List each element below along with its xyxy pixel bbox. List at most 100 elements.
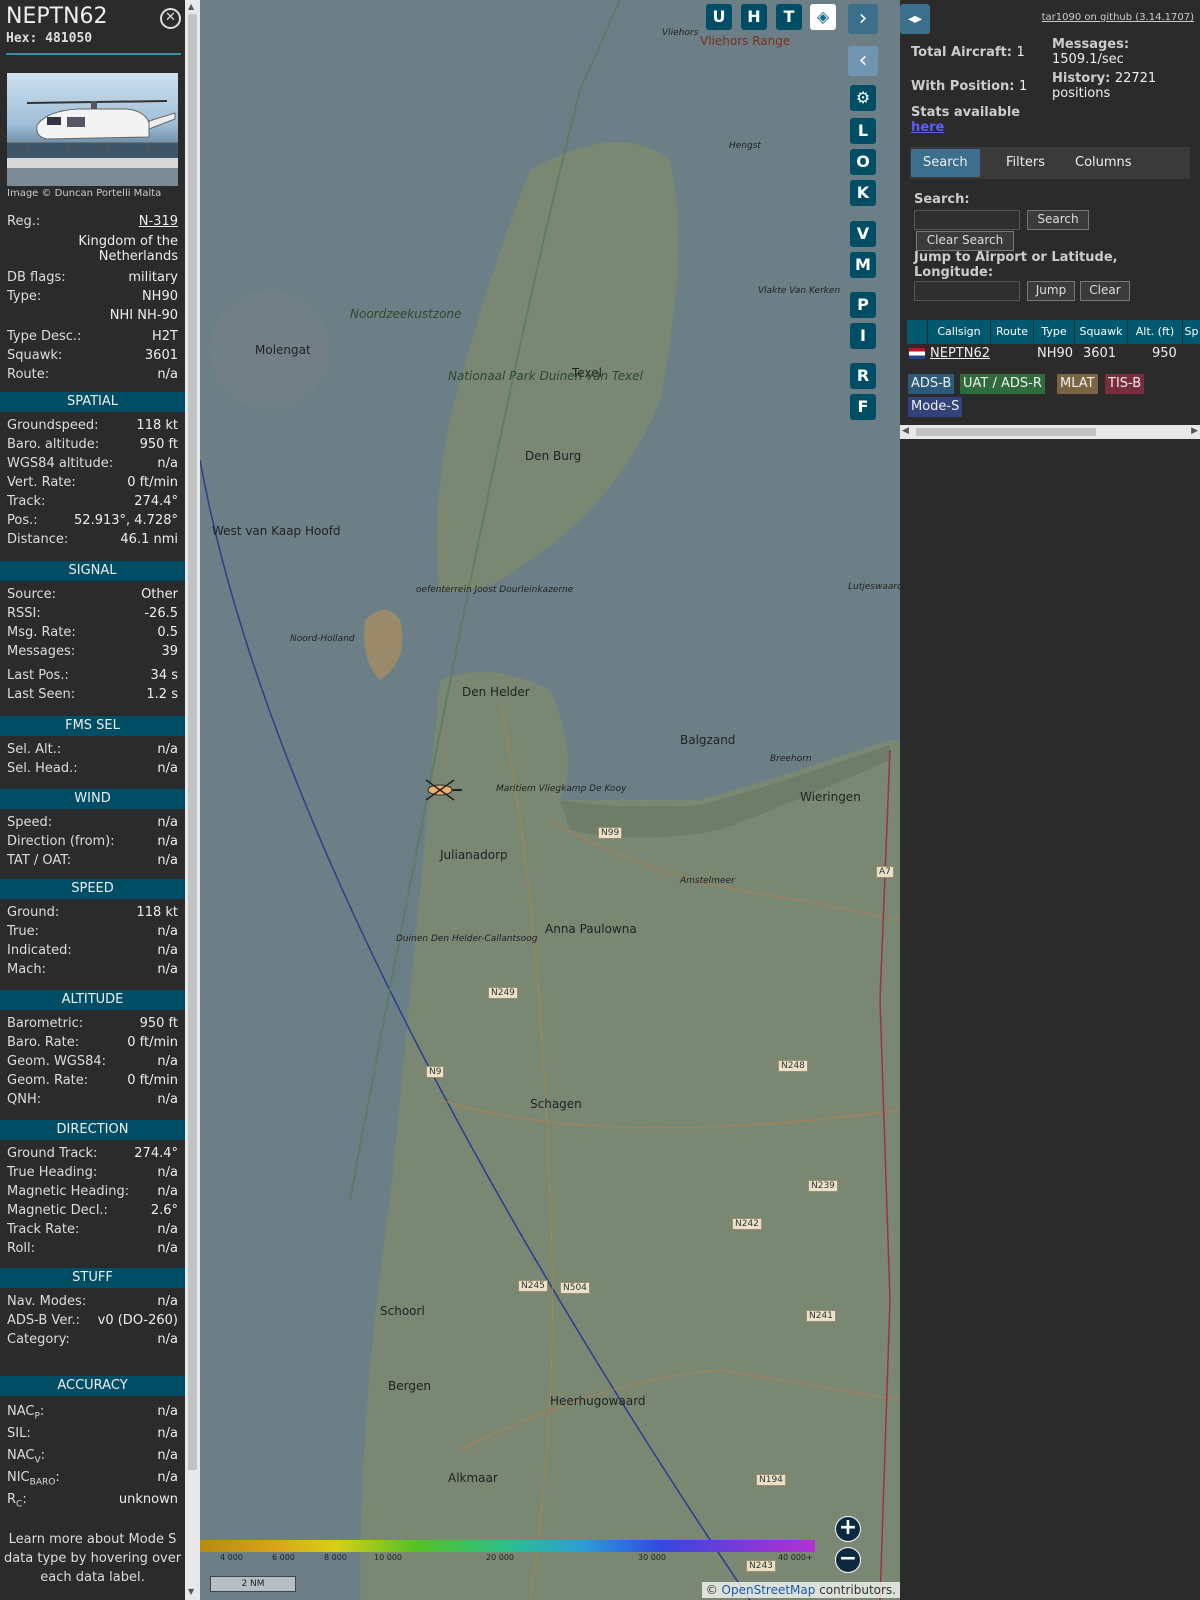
legend-item[interactable]: ADS-B [908,374,955,394]
accuracy-label[interactable]: NACV: [7,1448,45,1466]
search-button[interactable]: Search [1027,210,1089,230]
info-row-value: 39 [161,644,178,659]
column-type[interactable]: Type [1034,320,1075,344]
map-button-t[interactable]: T [776,4,802,30]
map-button-h[interactable]: H [741,4,767,30]
info-row-label[interactable]: TAT / OAT: [7,853,71,868]
map-button-f[interactable]: F [850,394,876,420]
jump-button[interactable]: Jump [1027,281,1075,301]
info-row-label[interactable]: Magnetic Decl.: [7,1203,108,1218]
info-row-label[interactable]: Indicated: [7,943,72,958]
legend-item[interactable]: TIS-B [1105,374,1145,394]
info-row-label[interactable]: Distance: [7,532,68,547]
info-row-label[interactable]: Speed: [7,815,52,830]
info-row-label[interactable]: QNH: [7,1092,41,1107]
jump-input[interactable] [914,281,1020,301]
map-view[interactable]: Vliehors Range Noordzeekustzone Texel Natio… [200,0,900,1600]
info-row: Speed: n/a [7,815,178,834]
info-row-label[interactable]: Sel. Head.: [7,761,78,776]
info-row-label[interactable]: Track Rate: [7,1222,79,1237]
map-button-i[interactable]: I [850,323,876,349]
info-row-label[interactable]: Nav. Modes: [7,1294,86,1309]
info-row-label[interactable]: Direction (from): [7,834,115,849]
learn-more-text: Learn more about Mode S data type by hov… [3,1532,182,1585]
zoom-out-button[interactable]: − [835,1547,861,1573]
info-row-label[interactable]: Source: [7,587,56,602]
info-row-label[interactable]: Vert. Rate: [7,475,76,490]
legend-item[interactable]: MLAT [1057,374,1098,394]
info-row-label[interactable]: Sel. Alt.: [7,742,61,757]
zoom-in-button[interactable]: + [835,1516,861,1542]
registration-link[interactable]: N-319 [139,214,178,229]
accuracy-label[interactable]: SIL: [7,1426,31,1444]
info-row-value: n/a [157,853,178,868]
tab-columns[interactable]: Columns [1063,149,1144,177]
info-row-value: v0 (DO-260) [97,1313,178,1328]
search-input[interactable] [914,210,1020,230]
column-altitude[interactable]: Alt. (ft) [1128,320,1183,344]
info-row-label[interactable]: Mach: [7,962,46,977]
chevron-right-icon[interactable]: › [848,4,878,34]
map-button-k[interactable]: K [850,180,876,206]
info-row-label[interactable]: Geom. Rate: [7,1073,88,1088]
map-button-l[interactable]: L [850,118,876,144]
tab-search[interactable]: Search [911,149,980,177]
clear-search-button[interactable]: Clear Search [916,231,1014,251]
column-callsign[interactable]: Callsign [928,320,991,344]
flag-column-header[interactable] [907,320,928,344]
row-callsign[interactable]: NEPTN62 [930,345,990,363]
info-row-label[interactable]: Groundspeed: [7,418,98,433]
osm-link[interactable]: OpenStreetMap [722,1583,816,1597]
info-row-label[interactable]: True: [7,924,39,939]
info-row-label[interactable]: WGS84 altitude: [7,456,113,471]
info-row-label[interactable]: Ground: [7,905,59,920]
info-row-label[interactable]: Ground Track: [7,1146,97,1161]
expand-collapse-icon[interactable]: ◂▸ [900,4,930,34]
info-row-label[interactable]: Messages: [7,644,75,659]
aircraft-photo[interactable] [7,73,178,186]
column-speed[interactable]: Sp [1183,320,1200,344]
column-squawk[interactable]: Squawk [1075,320,1128,344]
section-header-spatial: SPATIAL [0,392,185,412]
accuracy-label[interactable]: NACP: [7,1404,44,1422]
scrollbar-thumb[interactable] [188,14,197,1470]
hscroll-thumb[interactable] [916,428,1096,436]
chevron-left-icon[interactable]: ‹ [848,46,878,76]
info-row-label[interactable]: Baro. Rate: [7,1035,79,1050]
clear-button[interactable]: Clear [1080,281,1130,301]
info-row-label[interactable]: ADS-B Ver.: [7,1313,80,1328]
info-row-label[interactable]: True Heading: [7,1165,97,1180]
map-button-o[interactable]: O [850,149,876,175]
info-row-label[interactable]: Last Seen: [7,687,75,702]
info-row-label[interactable]: Pos.: [7,513,38,528]
accuracy-label[interactable]: RC: [7,1492,27,1510]
stats-link[interactable]: here [911,120,944,135]
version-link[interactable]: tar1090 on github (3.14.1707) [1042,12,1194,23]
info-row-label[interactable]: Category: [7,1332,70,1347]
info-row-label[interactable]: Track: [7,494,45,509]
info-row-label[interactable]: Magnetic Heading: [7,1184,129,1199]
table-horizontal-scrollbar[interactable]: ◀ ▶ [900,425,1200,439]
info-row-label[interactable]: Msg. Rate: [7,625,76,640]
layers-icon[interactable]: ◈ [810,4,836,30]
accuracy-label[interactable]: NICBARO: [7,1470,60,1488]
info-row-label[interactable]: Baro. altitude: [7,437,99,452]
legend-item[interactable]: UAT / ADS-R [960,374,1045,394]
info-row-label[interactable]: Geom. WGS84: [7,1054,106,1069]
map-button-m[interactable]: M [850,252,876,278]
info-row: Ground: 118 kt [7,905,178,924]
info-row-label[interactable]: Last Pos.: [7,668,69,683]
settings-gear-icon[interactable]: ⚙ [850,85,876,111]
info-row-label[interactable]: Roll: [7,1241,35,1256]
map-button-r[interactable]: R [850,363,876,389]
tab-filters[interactable]: Filters [994,149,1057,177]
info-row-label[interactable]: Barometric: [7,1016,83,1031]
info-row-label[interactable]: RSSI: [7,606,41,621]
legend-item[interactable]: Mode-S [908,397,963,417]
close-icon[interactable]: ✕ [160,8,181,29]
map-button-p[interactable]: P [850,292,876,318]
left-panel-scrollbar[interactable]: ▲ ▼ [185,0,200,1600]
column-route[interactable]: Route [991,320,1034,344]
map-button-v[interactable]: V [850,221,876,247]
map-button-u[interactable]: U [706,4,732,30]
